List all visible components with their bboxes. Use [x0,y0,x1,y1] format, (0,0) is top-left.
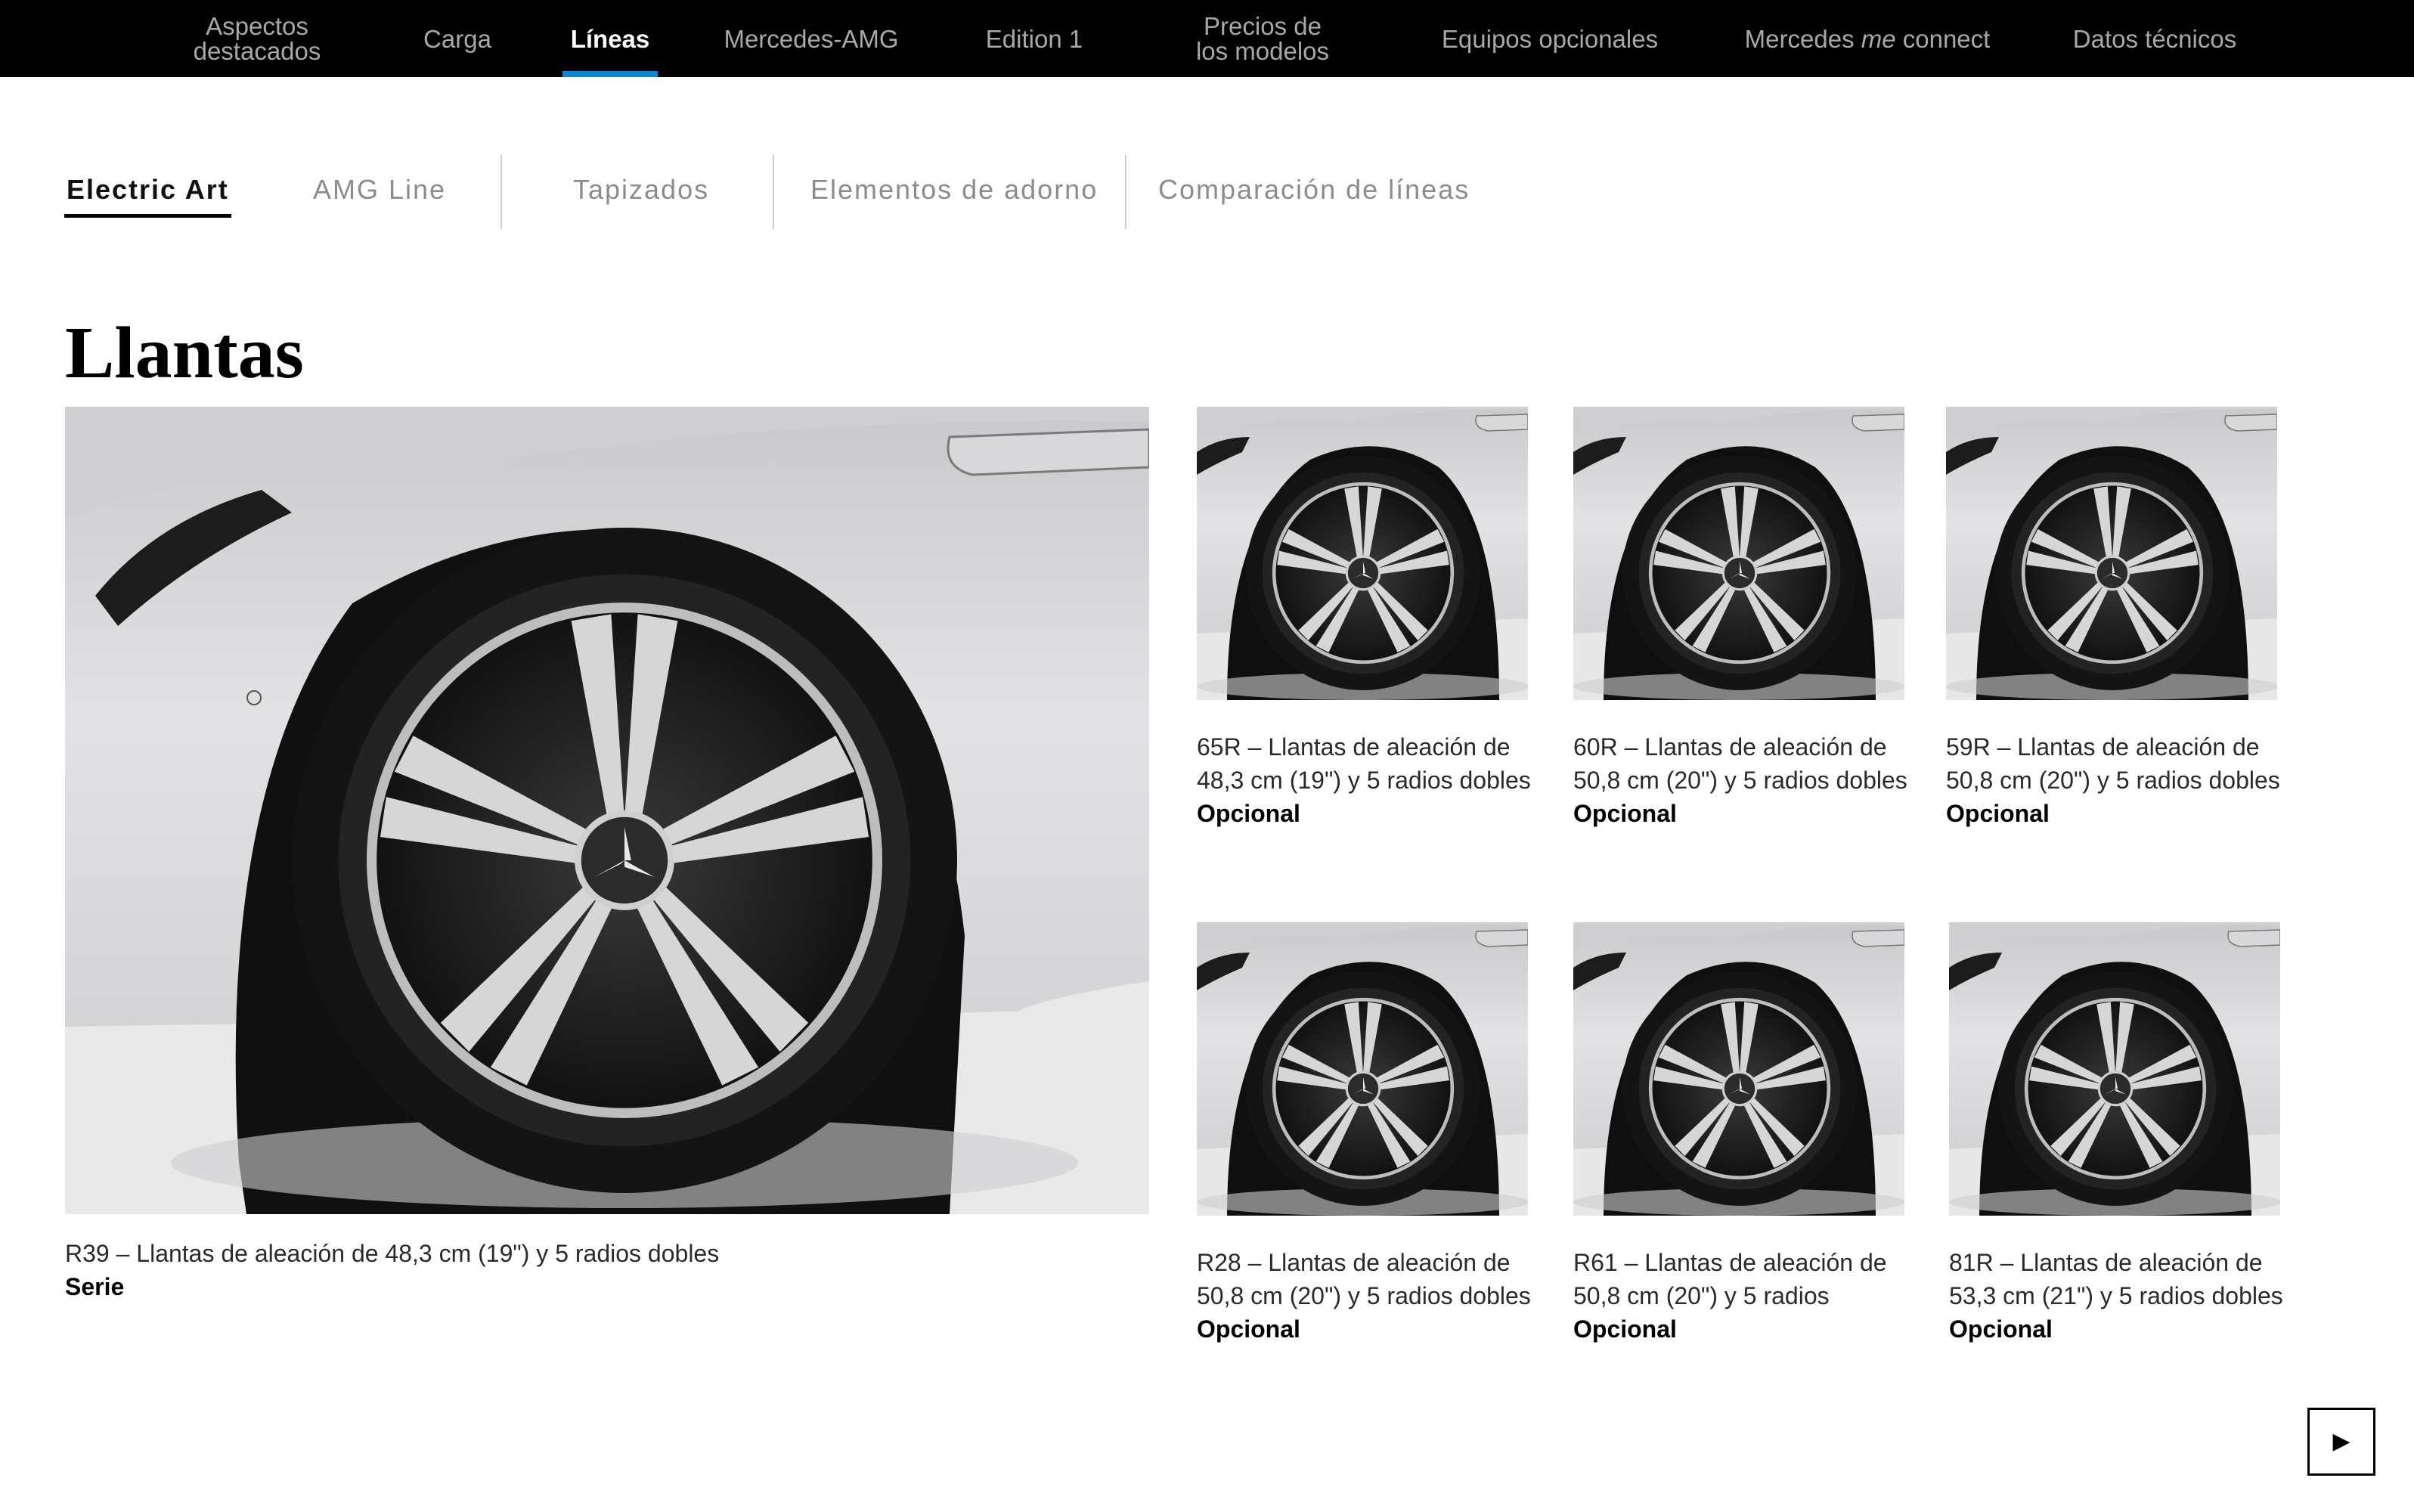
wheel-description-line1: 59R – Llantas de aleación de [1946,733,2260,761]
nav-item-label: Mercedes-AMG [724,24,899,53]
nav-item-label: los modelos [1195,37,1330,65]
nav-item-label: Carga [423,24,491,53]
wheel-status: Opcional [1573,1315,1677,1343]
next-page-button[interactable]: ▶ [2307,1408,2375,1476]
wheel-image-r61 [1573,922,1904,1216]
wheel-description-line2: 50,8 cm (20") y 5 radios dobles [1573,767,1907,794]
nav-label-suffix: connect [1895,24,1991,53]
tab-divider [500,155,502,229]
wheel-description-line2: 48,3 cm (19") y 5 radios dobles [1197,767,1531,794]
nav-item-label: Aspectos [206,12,308,40]
wheel-status: Opcional [1949,1315,2053,1343]
wheel-caption-60r: 60R – Llantas de aleación de 50,8 cm (20… [1573,730,1929,830]
wheel-photo-icon [1573,407,1904,700]
section-title: Llantas [65,312,304,394]
tab-amg-line[interactable]: AMG Line [313,174,446,206]
wheel-image-r28 [1197,922,1528,1216]
nav-item-label: destacados [193,37,321,65]
tab-divider [1125,155,1126,229]
wheel-description-line2: 50,8 cm (20") y 5 radios [1573,1282,1830,1309]
wheel-image-65r [1197,407,1528,700]
nav-item-label: Líneas [570,24,650,53]
wheel-status: Opcional [1573,800,1677,827]
wheel-status: Opcional [1197,1315,1300,1343]
wheel-description: R39 – Llantas de aleación de 48,3 cm (19… [65,1240,720,1267]
tab-divider [773,155,774,229]
wheel-image-59r [1946,407,2277,700]
tab-tapizados[interactable]: Tapizados [573,174,709,206]
nav-item-mercedes-amg[interactable]: Mercedes-AMG [711,0,912,77]
nav-item-label: Datos técnicos [2072,24,2237,53]
wheel-caption-r61: R61 – Llantas de aleación de 50,8 cm (20… [1573,1246,1929,1346]
wheel-photo-icon [1573,922,1904,1216]
tab-label: Comparación de líneas [1158,174,1470,205]
wheel-status: Serie [65,1273,125,1300]
active-nav-indicator [562,71,658,77]
nav-label-italic: me [1861,24,1896,53]
top-navigation: Aspectos destacados Carga Líneas Mercede… [0,0,2414,77]
wheel-photo-icon [1197,922,1528,1216]
nav-item-mercedes-me-connect[interactable]: Mercedes me connect [1731,0,2003,77]
tab-elementos-adorno[interactable]: Elementos de adorno [810,174,1098,206]
wheel-description-line1: R28 – Llantas de aleación de [1197,1249,1511,1276]
nav-item-aspectos-destacados[interactable]: Aspectos destacados [166,0,348,77]
wheel-description-line2: 50,8 cm (20") y 5 radios dobles [1946,767,2280,794]
wheel-caption-r28: R28 – Llantas de aleación de 50,8 cm (20… [1197,1246,1552,1346]
nav-item-precios-modelos[interactable]: Precios de los modelos [1172,0,1353,77]
wheel-caption-59r: 59R – Llantas de aleación de 50,8 cm (20… [1946,730,2301,830]
nav-item-equipos-opcionales[interactable]: Equipos opcionales [1421,0,1678,77]
wheel-status: Opcional [1197,800,1300,827]
wheel-caption-81r: 81R – Llantas de aleación de 53,3 cm (21… [1949,1246,2304,1346]
wheel-status: Opcional [1946,800,2050,827]
nav-item-label: Equipos opcionales [1441,24,1659,53]
nav-item-lineas[interactable]: Líneas [555,0,665,77]
wheel-image-r39 [65,407,1149,1214]
nav-label-prefix: Mercedes [1744,24,1861,53]
wheel-caption-r39: R39 – Llantas de aleación de 48,3 cm (19… [65,1237,1154,1303]
wheel-photo-icon [1197,407,1528,700]
nav-item-label: Mercedes me connect [1745,26,1991,51]
wheel-photo-icon [1946,407,2277,700]
wheel-description-line1: R61 – Llantas de aleación de [1573,1249,1887,1276]
wheel-description-line1: 65R – Llantas de aleación de [1197,733,1511,761]
wheel-caption-65r: 65R – Llantas de aleación de 48,3 cm (19… [1197,730,1552,830]
nav-item-label: Edition 1 [985,24,1083,53]
nav-item-label: Precios de [1204,12,1322,40]
wheel-description-line2: 50,8 cm (20") y 5 radios dobles [1197,1282,1531,1309]
tab-label: Electric Art [67,174,229,205]
wheel-photo-icon [1949,922,2280,1216]
tab-label: Tapizados [573,174,710,205]
line-subtabs: Electric Art AMG Line Tapizados Elemento… [0,151,2414,234]
wheel-description-line2: 53,3 cm (21") y 5 radios dobles [1949,1282,2283,1309]
tab-label: AMG Line [313,174,447,205]
tab-comparacion-lineas[interactable]: Comparación de líneas [1158,174,1470,206]
wheel-image-60r [1573,407,1904,700]
wheel-description-line1: 60R – Llantas de aleación de [1573,733,1887,761]
nav-item-datos-tecnicos[interactable]: Datos técnicos [2056,0,2253,77]
nav-item-carga[interactable]: Carga [408,0,507,77]
wheel-image-81r [1949,922,2280,1216]
wheel-description-line1: 81R – Llantas de aleación de [1949,1249,2263,1276]
tab-label: Elementos de adorno [810,174,1099,205]
wheel-photo-icon [65,407,1149,1214]
nav-item-edition-1[interactable]: Edition 1 [968,0,1101,77]
tab-electric-art[interactable]: Electric Art [64,174,231,218]
play-next-icon: ▶ [2332,1429,2350,1454]
